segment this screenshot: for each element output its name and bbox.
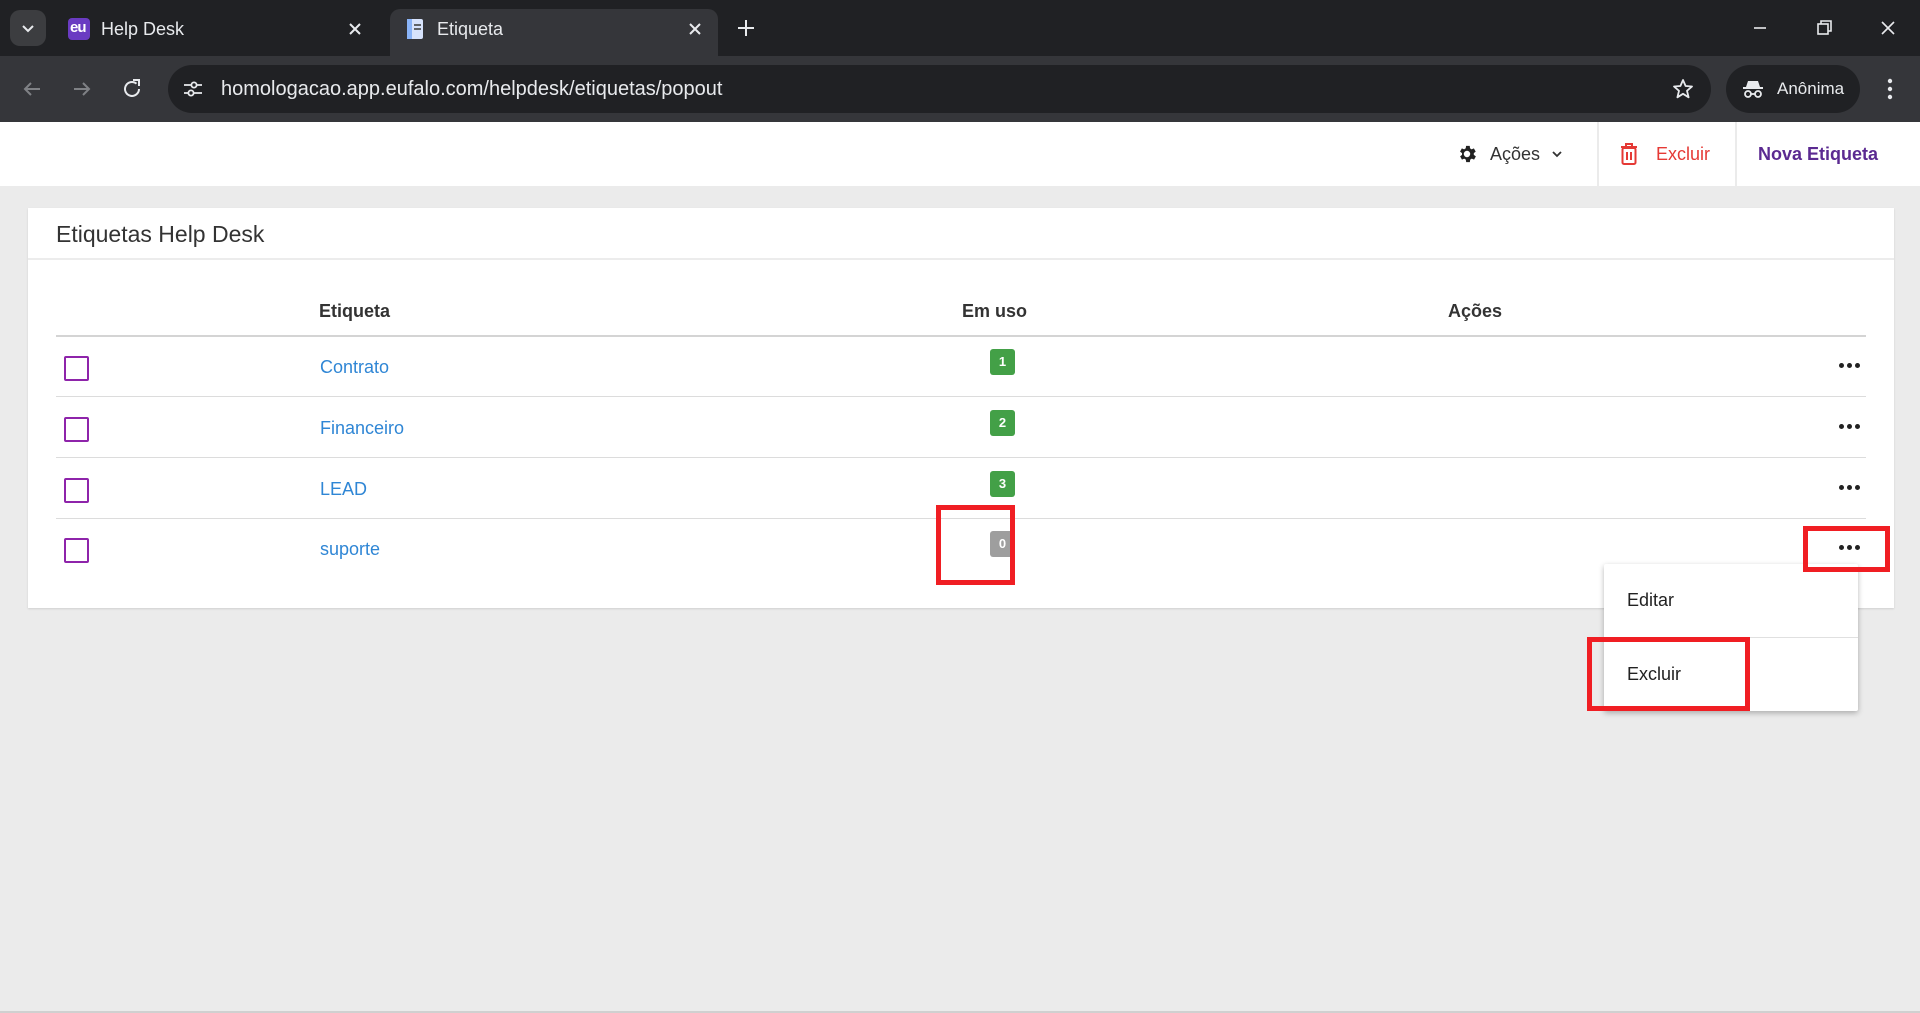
in-use-badge: 3 [990, 471, 1015, 497]
more-horiz-icon[interactable] [1838, 420, 1862, 434]
trash-icon [1621, 143, 1637, 165]
acoes-label: Ações [1490, 143, 1541, 164]
header-divider [1597, 122, 1599, 186]
restore-icon[interactable] [1810, 14, 1838, 42]
row-checkbox[interactable] [64, 478, 89, 503]
nova-etiqueta-button[interactable]: Nova Etiqueta [1758, 122, 1878, 186]
close-icon[interactable] [684, 18, 706, 40]
etiqueta-link[interactable]: Contrato [320, 357, 389, 378]
divider [28, 258, 1894, 260]
in-use-badge: 2 [990, 410, 1015, 436]
more-vert-icon[interactable] [1880, 75, 1900, 103]
row-checkbox[interactable] [64, 417, 89, 442]
profile-label: Anônima [1777, 79, 1845, 98]
tab-title: Help Desk [101, 19, 185, 39]
highlight-box [936, 505, 1015, 585]
header-divider [1735, 122, 1737, 186]
column-header-acoes: Ações [1448, 301, 1503, 321]
chevron-down-icon [22, 25, 34, 33]
menu-item-label: Editar [1627, 590, 1675, 610]
highlight-box [1587, 637, 1750, 711]
app-header: Ações Excluir Nova Etiqueta [0, 122, 1920, 186]
more-horiz-icon[interactable] [1838, 481, 1862, 495]
excluir-button[interactable]: Excluir [1618, 122, 1710, 186]
row-divider [56, 396, 1866, 397]
close-window-icon[interactable] [1874, 14, 1902, 42]
excluir-label: Excluir [1656, 143, 1711, 164]
reload-icon[interactable] [118, 75, 146, 103]
nova-etiqueta-label: Nova Etiqueta [1758, 143, 1879, 164]
page-title: Etiquetas Help Desk [56, 221, 265, 247]
row-divider [56, 457, 1866, 458]
more-horiz-icon[interactable] [1838, 359, 1862, 373]
column-header-em-uso[interactable]: Em uso [962, 301, 1027, 322]
url-text: homologacao.app.eufalo.com/helpdesk/etiq… [221, 78, 723, 100]
site-settings-icon[interactable] [182, 78, 204, 100]
bookmark-star-icon[interactable] [1671, 77, 1695, 101]
tab-title: Etiqueta [437, 19, 504, 39]
chevron-down-icon [1552, 151, 1562, 158]
acoes-button[interactable]: Ações [1456, 122, 1564, 186]
gear-icon [1460, 145, 1476, 163]
table-row: Financeiro 2 [56, 398, 1866, 458]
etiqueta-link[interactable]: LEAD [320, 479, 367, 500]
highlight-box [1803, 526, 1890, 572]
etiqueta-link[interactable]: suporte [320, 539, 380, 560]
minimize-icon[interactable] [1746, 14, 1774, 42]
close-icon[interactable] [344, 18, 366, 40]
address-bar[interactable]: homologacao.app.eufalo.com/helpdesk/etiq… [168, 65, 1711, 113]
tab-etiqueta[interactable]: Etiqueta [390, 9, 718, 56]
plus-icon[interactable] [732, 14, 760, 42]
document-icon [407, 19, 423, 39]
forward-arrow-icon[interactable] [68, 75, 96, 103]
incognito-profile-button[interactable]: Anônima [1726, 65, 1860, 113]
eu-logo-icon: eu [68, 18, 90, 40]
row-checkbox[interactable] [64, 356, 89, 381]
back-arrow-icon[interactable] [18, 75, 46, 103]
browser-tab-strip: eu Help Desk Etiqueta [0, 0, 1920, 56]
row-checkbox[interactable] [64, 538, 89, 563]
incognito-icon [1743, 81, 1763, 98]
in-use-badge: 1 [990, 349, 1015, 375]
tab-help-desk[interactable]: eu Help Desk [54, 9, 378, 56]
tab-search-button[interactable] [10, 10, 46, 46]
table-row: Contrato 1 [56, 337, 1866, 397]
browser-toolbar: homologacao.app.eufalo.com/helpdesk/etiq… [0, 56, 1920, 122]
etiqueta-link[interactable]: Financeiro [320, 418, 404, 439]
menu-item-editar[interactable]: Editar [1604, 564, 1858, 637]
column-header-etiqueta[interactable]: Etiqueta [319, 301, 390, 322]
